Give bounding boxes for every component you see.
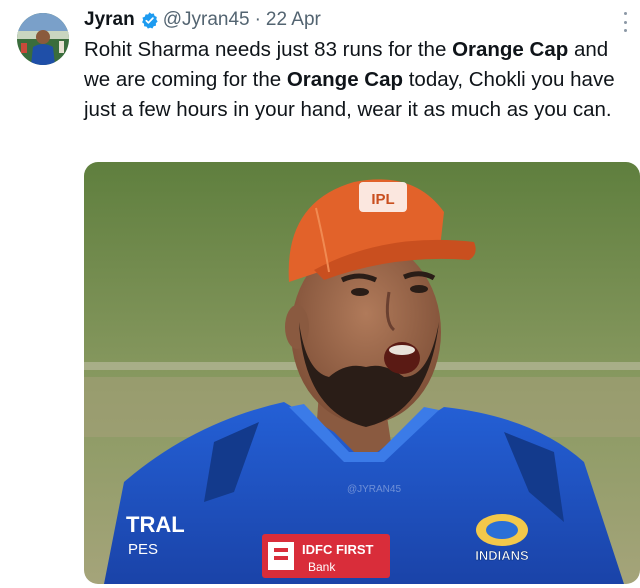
tweet-header: Jyran @Jyran45 · 22 Apr [84, 6, 321, 34]
more-dot [623, 20, 627, 24]
separator-dot: · [254, 9, 261, 30]
tweet[interactable]: Jyran @Jyran45 · 22 Apr Rohit Sharma nee… [0, 0, 640, 588]
more-dot [623, 12, 627, 15]
tweet-media[interactable]: IPL IDFC FIRST Bank INDIANS TRAL PES @JY… [84, 162, 640, 584]
text-segment: Rohit Sharma needs just 83 runs for the [84, 38, 453, 61]
media-photo: IPL IDFC FIRST Bank INDIANS TRAL PES @JY… [84, 162, 640, 584]
tweet-date[interactable]: 22 Apr [266, 9, 321, 31]
author-handle[interactable]: @Jyran45 [163, 9, 250, 31]
sponsor-text: Bank [308, 560, 336, 574]
avatar[interactable] [17, 13, 69, 65]
verified-badge-icon [141, 11, 158, 29]
more-options-icon[interactable] [617, 12, 633, 32]
sleeve-text: TRAL [126, 512, 185, 537]
sponsor-text: IDFC FIRST [302, 542, 374, 557]
cap-logo-text: IPL [371, 191, 394, 208]
sponsor-logo: IDFC FIRST Bank [262, 534, 390, 578]
author-name[interactable]: Jyran [84, 9, 135, 31]
team-logo: INDIANS [475, 514, 529, 563]
sleeve-text: PES [128, 541, 158, 558]
team-logo-text: INDIANS [475, 548, 529, 563]
watermark-text: @JYRAN45 [347, 484, 401, 495]
text-segment-bold: Orange Cap [286, 68, 404, 91]
avatar-image [17, 13, 69, 65]
text-segment-bold: Orange Cap [452, 38, 569, 61]
cap-logo: IPL [359, 182, 407, 212]
tweet-text: Rohit Sharma needs just 83 runs for the … [84, 35, 636, 125]
more-dot [623, 29, 627, 32]
